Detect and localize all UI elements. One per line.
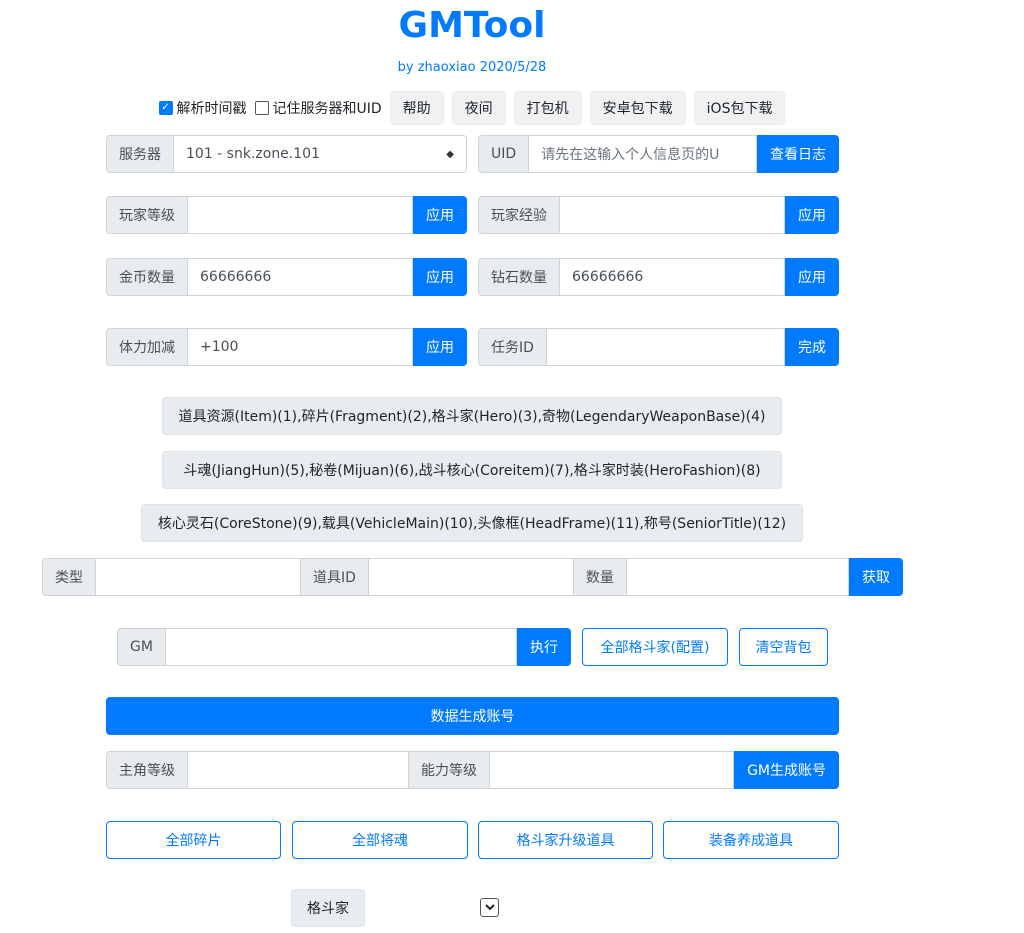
uid-label: UID — [478, 135, 530, 173]
item-type-input[interactable] — [96, 558, 301, 596]
select-arrows-icon: ◆ — [446, 148, 454, 160]
item-quantity-input[interactable] — [626, 558, 849, 596]
app-subtitle: by zhaoxiao 2020/5/28 — [397, 60, 547, 75]
remember-server-checkbox[interactable]: 记住服务器和UID — [254, 98, 382, 118]
task-complete-button[interactable]: 完成 — [785, 328, 839, 366]
uid-placeholder: 请先在这输入个人信息页的U — [541, 147, 720, 163]
data-generate-account-button[interactable]: 数据生成账号 — [106, 697, 839, 735]
fighter-button[interactable]: 格斗家 — [291, 889, 365, 927]
help-button[interactable]: 帮助 — [389, 91, 444, 125]
gold-apply-button[interactable]: 应用 — [413, 258, 467, 296]
gm-label: GM — [117, 628, 166, 666]
task-group: 任务ID 完成 — [478, 328, 839, 366]
item-grant-group: 类型 道具ID 数量 获取 — [42, 558, 903, 596]
player-exp-apply-button[interactable]: 应用 — [785, 196, 839, 234]
hero-upgrade-items-button[interactable]: 格斗家升级道具 — [478, 821, 653, 859]
diamond-label: 钻石数量 — [478, 258, 560, 296]
parse-timestamp-checkbox[interactable]: ✓ 解析时间戳 — [158, 98, 247, 118]
uid-group: UID 请先在这输入个人信息页的U 查看日志 — [478, 135, 839, 173]
android-download-button[interactable]: 安卓包下载 — [589, 91, 686, 125]
server-label: 服务器 — [106, 135, 174, 173]
all-fragments-button[interactable]: 全部碎片 — [106, 821, 281, 859]
main-level-label: 主角等级 — [106, 751, 188, 789]
diamond-input[interactable]: 66666666 — [560, 258, 785, 296]
player-level-group: 玩家等级 应用 — [106, 196, 467, 234]
gm-execute-button[interactable]: 执行 — [517, 628, 571, 666]
diamond-group: 钻石数量 66666666 应用 — [478, 258, 839, 296]
app-title: GMTool — [398, 5, 546, 46]
type-reference-button-1[interactable]: 道具资源(Item)(1),碎片(Fragment)(2),格斗家(Hero)(… — [162, 397, 782, 435]
player-level-input[interactable] — [188, 196, 413, 234]
server-selected-value: 101 - snk.zone.101 — [186, 146, 320, 162]
player-exp-input[interactable] — [560, 196, 785, 234]
stamina-label: 体力加减 — [106, 328, 188, 366]
ability-level-input[interactable] — [490, 751, 735, 789]
checkbox-checked-icon: ✓ — [158, 101, 173, 115]
chevron-down-icon — [484, 904, 495, 911]
gold-input[interactable]: 66666666 — [188, 258, 413, 296]
player-exp-label: 玩家经验 — [478, 196, 560, 234]
top-toolbar: ✓ 解析时间戳 记住服务器和UID 帮助 夜间 打包机 安卓包下载 iOS包下载 — [0, 90, 944, 126]
type-reference-button-3[interactable]: 核心灵石(CoreStone)(9),载具(VehicleMain)(10),头… — [141, 504, 803, 542]
gm-command-group: GM 执行 — [117, 628, 571, 666]
remember-server-label: 记住服务器和UID — [272, 101, 382, 117]
main-level-input[interactable] — [188, 751, 409, 789]
stamina-input[interactable]: +100 — [188, 328, 413, 366]
gold-label: 金币数量 — [106, 258, 188, 296]
item-id-label: 道具ID — [301, 558, 369, 596]
checkbox-unchecked-icon — [254, 101, 269, 115]
player-level-label: 玩家等级 — [106, 196, 188, 234]
server-select[interactable]: 101 - snk.zone.101 ◆ — [174, 135, 467, 173]
clear-bag-button[interactable]: 清空背包 — [739, 628, 828, 666]
ios-download-button[interactable]: iOS包下载 — [693, 91, 786, 125]
type-reference-button-2[interactable]: 斗魂(JiangHun)(5),秘卷(Mijuan)(6),战斗核心(Corei… — [162, 451, 782, 489]
gm-command-input[interactable] — [165, 628, 517, 666]
stamina-apply-button[interactable]: 应用 — [413, 328, 467, 366]
task-id-label: 任务ID — [478, 328, 547, 366]
item-id-input[interactable] — [368, 558, 574, 596]
item-quantity-label: 数量 — [573, 558, 627, 596]
item-type-label: 类型 — [42, 558, 96, 596]
fighter-dropdown[interactable] — [480, 898, 499, 917]
parse-timestamp-label: 解析时间戳 — [176, 101, 247, 117]
task-id-input[interactable] — [546, 328, 785, 366]
view-log-button[interactable]: 查看日志 — [757, 135, 839, 173]
pack-machine-button[interactable]: 打包机 — [513, 91, 582, 125]
ability-level-label: 能力等级 — [409, 751, 490, 789]
diamond-apply-button[interactable]: 应用 — [785, 258, 839, 296]
uid-input[interactable]: 请先在这输入个人信息页的U — [529, 135, 757, 173]
stamina-group: 体力加减 +100 应用 — [106, 328, 467, 366]
account-generate-group: 主角等级 能力等级 GM生成账号 — [106, 751, 839, 789]
item-get-button[interactable]: 获取 — [849, 558, 903, 596]
night-mode-button[interactable]: 夜间 — [451, 91, 506, 125]
player-exp-group: 玩家经验 应用 — [478, 196, 839, 234]
gold-group: 金币数量 66666666 应用 — [106, 258, 467, 296]
all-souls-button[interactable]: 全部将魂 — [292, 821, 468, 859]
server-group: 服务器 101 - snk.zone.101 ◆ — [106, 135, 467, 173]
all-heroes-config-button[interactable]: 全部格斗家(配置) — [582, 628, 728, 666]
player-level-apply-button[interactable]: 应用 — [413, 196, 467, 234]
equipment-items-button[interactable]: 装备养成道具 — [663, 821, 839, 859]
gm-generate-account-button[interactable]: GM生成账号 — [734, 751, 839, 789]
